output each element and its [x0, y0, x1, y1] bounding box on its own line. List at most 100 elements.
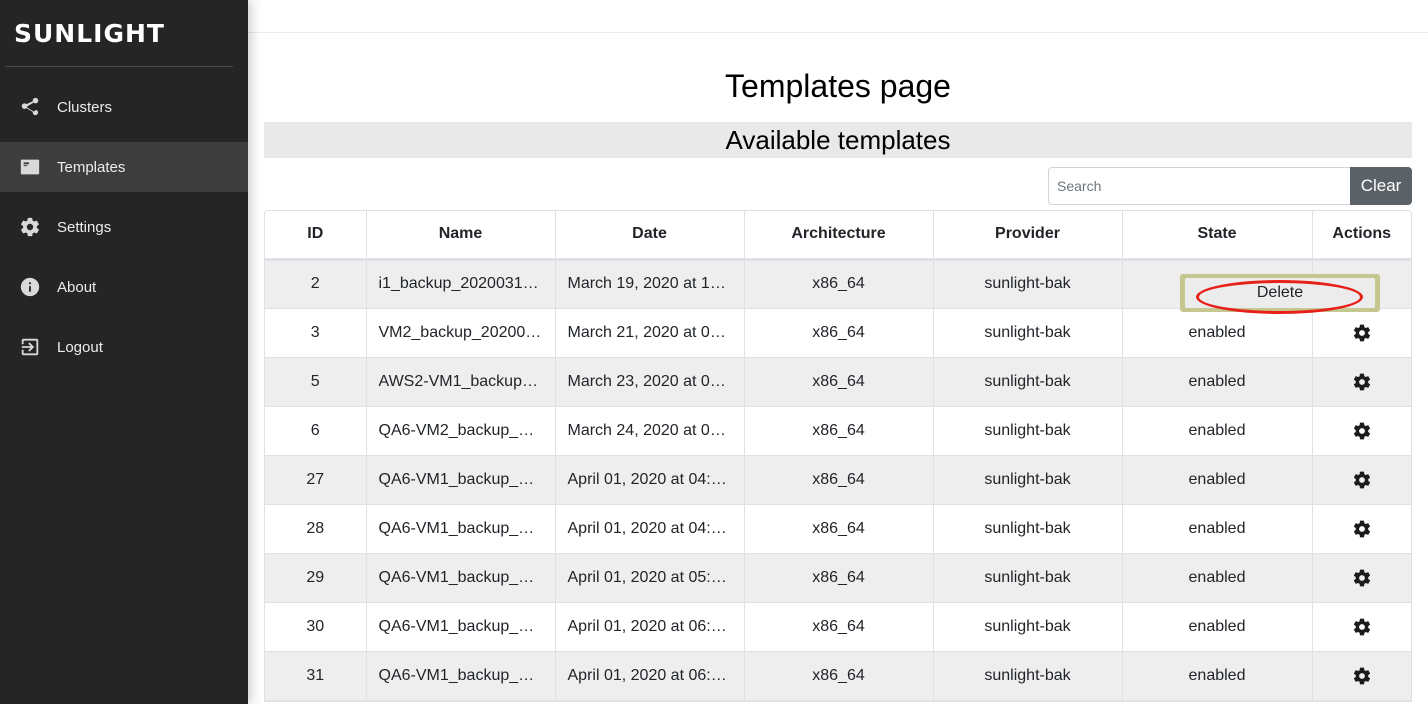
- gear-icon[interactable]: [1352, 617, 1372, 637]
- table-row[interactable]: 30 QA6-VM1_backup_20... April 01, 2020 a…: [265, 602, 1411, 652]
- cell-actions: [1312, 553, 1411, 603]
- sidebar-item-label: Settings: [57, 218, 112, 236]
- sidebar-item-label: Logout: [57, 338, 103, 356]
- cell-id: 27: [265, 455, 367, 505]
- gear-icon[interactable]: [1352, 568, 1372, 588]
- cell-id: 29: [265, 553, 367, 603]
- cell-id: 28: [265, 504, 367, 554]
- column-header-id[interactable]: ID: [265, 211, 367, 261]
- table-row[interactable]: 29 QA6-VM1_backup_20... April 01, 2020 a…: [265, 553, 1411, 603]
- cell-id: 6: [265, 406, 367, 456]
- cell-id: 30: [265, 602, 367, 652]
- cell-name: QA6-VM1_backup_20...: [366, 455, 556, 505]
- cell-name: AWS2-VM1_backup_2...: [366, 357, 556, 407]
- cell-state: enabled: [1122, 406, 1313, 456]
- top-bar: [248, 0, 1428, 33]
- sidebar-item-logout[interactable]: Logout: [0, 322, 248, 372]
- table-row[interactable]: 6 QA6-VM2_backup_20... March 24, 2020 at…: [265, 406, 1411, 456]
- sidebar-item-clusters[interactable]: Clusters: [0, 82, 248, 132]
- templates-table: ID Name Date Architecture Provider State…: [264, 210, 1412, 702]
- cell-date: April 01, 2020 at 05:0...: [555, 553, 745, 603]
- cell-architecture: x86_64: [744, 553, 934, 603]
- cell-actions: [1312, 406, 1411, 456]
- cell-provider: sunlight-bak: [933, 455, 1123, 505]
- cell-name: QA6-VM1_backup_20...: [366, 602, 556, 652]
- gear-icon[interactable]: [1352, 666, 1372, 686]
- table-body: 2 i1_backup_20200319-... March 19, 2020 …: [265, 259, 1411, 701]
- sidebar-item-templates[interactable]: Templates: [0, 142, 248, 192]
- cell-state: enabled: [1122, 651, 1313, 701]
- logo: SUNLIGHT: [5, 0, 233, 67]
- cell-architecture: x86_64: [744, 259, 934, 309]
- share-icon: [19, 96, 41, 118]
- cell-actions: [1312, 602, 1411, 652]
- cell-state: enabled: [1122, 455, 1313, 505]
- cell-provider: sunlight-bak: [933, 553, 1123, 603]
- cell-name: QA6-VM2_backup_20...: [366, 406, 556, 456]
- sidebar-nav: Clusters Templates Settings About Logout: [0, 82, 248, 372]
- delete-menu-item[interactable]: Delete: [1185, 278, 1375, 314]
- cell-id: 5: [265, 357, 367, 407]
- section-title: Available templates: [264, 122, 1412, 158]
- cell-name: QA6-VM1_backup_20...: [366, 651, 556, 701]
- table-row[interactable]: 3 VM2_backup_202003... March 21, 2020 at…: [265, 308, 1411, 358]
- gear-icon[interactable]: [1352, 519, 1372, 539]
- cell-name: VM2_backup_202003...: [366, 308, 556, 358]
- sidebar-item-label: Clusters: [57, 98, 113, 116]
- column-header-provider[interactable]: Provider: [933, 211, 1123, 261]
- sidebar-item-about[interactable]: About: [0, 262, 248, 312]
- cell-state: enabled: [1122, 504, 1313, 554]
- cell-architecture: x86_64: [744, 651, 934, 701]
- logo-text: SUNLIGHT: [14, 18, 165, 48]
- gear-icon[interactable]: [1352, 323, 1372, 343]
- cell-provider: sunlight-bak: [933, 651, 1123, 701]
- column-header-state[interactable]: State: [1122, 211, 1313, 261]
- logout-icon: [19, 336, 41, 358]
- gear-icon[interactable]: [1352, 470, 1372, 490]
- table-row[interactable]: 28 QA6-VM1_backup_20... April 01, 2020 a…: [265, 504, 1411, 554]
- column-header-architecture[interactable]: Architecture: [744, 211, 934, 261]
- table-row[interactable]: 27 QA6-VM1_backup_20... April 01, 2020 a…: [265, 455, 1411, 505]
- cell-name: QA6-VM1_backup_20...: [366, 504, 556, 554]
- cell-architecture: x86_64: [744, 455, 934, 505]
- row-actions-menu: Delete: [1180, 274, 1380, 314]
- gear-icon[interactable]: [1352, 421, 1372, 441]
- cell-id: 31: [265, 651, 367, 701]
- cell-name: i1_backup_20200319-...: [366, 259, 556, 309]
- cell-architecture: x86_64: [744, 504, 934, 554]
- delete-label: Delete: [1256, 284, 1304, 301]
- clear-button[interactable]: Clear: [1350, 167, 1412, 205]
- cell-provider: sunlight-bak: [933, 406, 1123, 456]
- cell-architecture: x86_64: [744, 357, 934, 407]
- cell-state: enabled: [1122, 357, 1313, 407]
- cell-state: enabled: [1122, 308, 1313, 358]
- sidebar-item-label: About: [57, 278, 97, 296]
- column-header-name[interactable]: Name: [366, 211, 556, 261]
- cell-state: enabled: [1122, 553, 1313, 603]
- cell-provider: sunlight-bak: [933, 602, 1123, 652]
- cell-architecture: x86_64: [744, 602, 934, 652]
- table-row[interactable]: 5 AWS2-VM1_backup_2... March 23, 2020 at…: [265, 357, 1411, 407]
- cell-name: QA6-VM1_backup_20...: [366, 553, 556, 603]
- column-header-date[interactable]: Date: [555, 211, 745, 261]
- cell-actions: [1312, 357, 1411, 407]
- cell-actions: [1312, 651, 1411, 701]
- table-header-row: ID Name Date Architecture Provider State…: [265, 211, 1411, 261]
- table-row[interactable]: 31 QA6-VM1_backup_20... April 01, 2020 a…: [265, 651, 1411, 701]
- page-title: Templates page: [725, 68, 951, 104]
- cell-date: April 01, 2020 at 06:1...: [555, 602, 745, 652]
- cell-provider: sunlight-bak: [933, 259, 1123, 309]
- cell-date: April 01, 2020 at 04:0...: [555, 455, 745, 505]
- info-icon: [19, 276, 41, 298]
- sidebar-item-label: Templates: [57, 158, 126, 176]
- sidebar-item-settings[interactable]: Settings: [0, 202, 248, 252]
- cell-date: March 23, 2020 at 06...: [555, 357, 745, 407]
- search-bar: Clear: [264, 167, 1412, 205]
- gear-icon[interactable]: [1352, 372, 1372, 392]
- cell-date: March 19, 2020 at 15:...: [555, 259, 745, 309]
- cell-actions: [1312, 504, 1411, 554]
- gear-icon: [19, 216, 41, 238]
- cell-id: 2: [265, 259, 367, 309]
- cell-actions: [1312, 455, 1411, 505]
- search-input[interactable]: [1048, 167, 1350, 205]
